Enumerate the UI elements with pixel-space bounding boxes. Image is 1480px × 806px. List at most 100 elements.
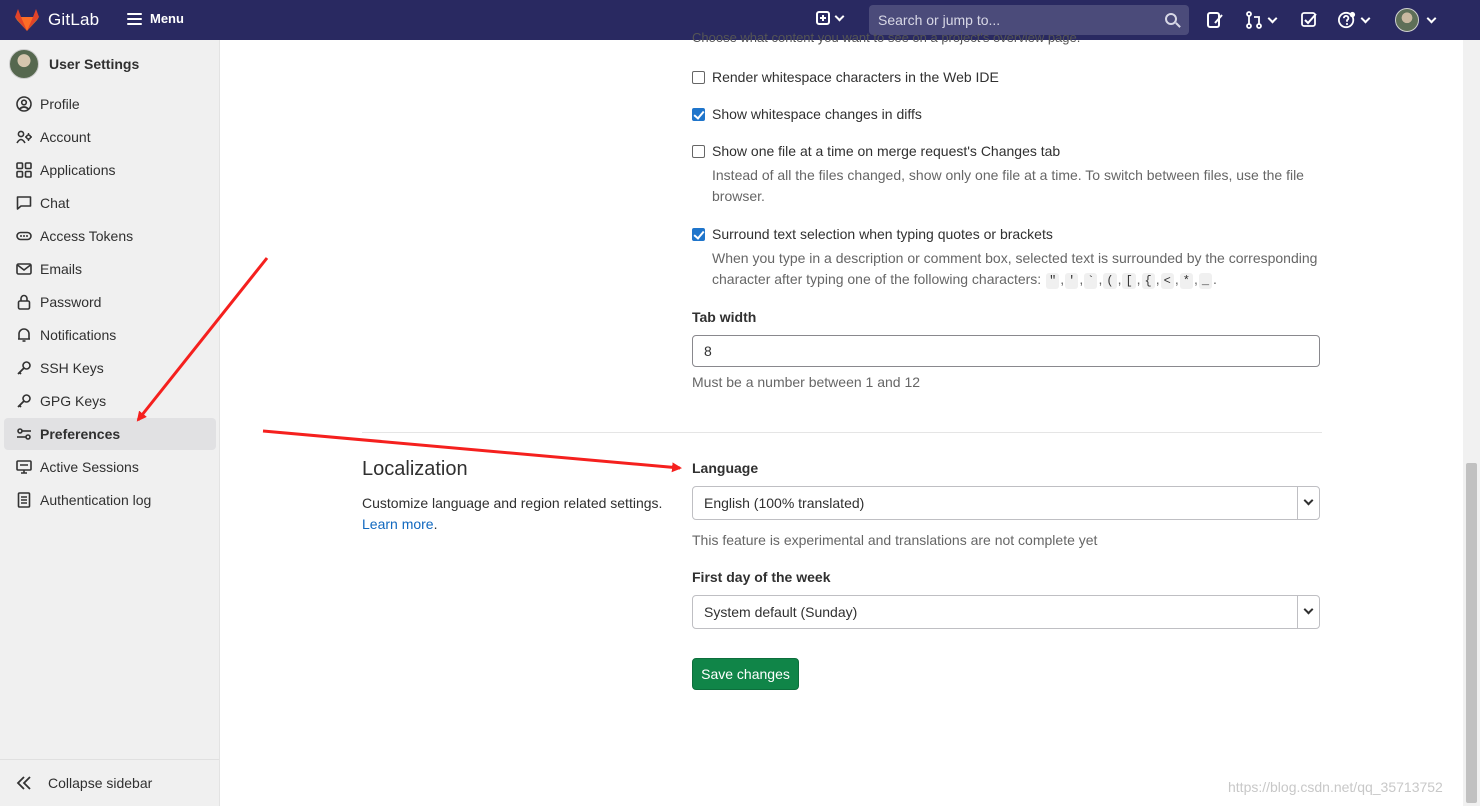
todo-button[interactable]: [1300, 10, 1318, 30]
sidebar-title: User Settings: [49, 56, 140, 72]
issues-icon: [1207, 12, 1223, 28]
applications-icon: [16, 162, 32, 178]
monitor-icon: [16, 460, 32, 474]
language-select[interactable]: English (100% translated): [692, 486, 1320, 520]
double-chevron-left-icon: [16, 776, 31, 790]
collapse-sidebar-button[interactable]: Collapse sidebar: [0, 759, 219, 806]
scrollbar-thumb[interactable]: [1466, 463, 1477, 803]
help-icon: [1338, 11, 1356, 29]
sidebar-item-emails[interactable]: Emails: [4, 253, 216, 285]
log-icon: [17, 492, 31, 508]
char-code: *: [1179, 273, 1193, 289]
one-file-checkbox-row[interactable]: Show one file at a time on merge request…: [692, 143, 1060, 159]
select-toggle[interactable]: [1297, 596, 1319, 628]
merge-requests-dropdown[interactable]: [1245, 10, 1278, 30]
merge-request-icon: [1246, 11, 1262, 29]
sidebar-item-label: Password: [40, 294, 102, 310]
new-item-dropdown[interactable]: [816, 11, 845, 25]
tab-width-input[interactable]: [692, 335, 1320, 367]
learn-more-link[interactable]: Learn more: [362, 516, 434, 532]
first-day-label: First day of the week: [692, 569, 831, 585]
localization-description-text: Customize language and region related se…: [362, 495, 663, 511]
avatar: [9, 49, 39, 79]
char-code: _: [1198, 273, 1213, 289]
sidebar-item-authentication-log[interactable]: Authentication log: [4, 484, 216, 516]
collapse-sidebar-label: Collapse sidebar: [48, 775, 153, 791]
char-code: ": [1046, 273, 1060, 289]
render-whitespace-checkbox[interactable]: [692, 71, 705, 84]
show-whitespace-checkbox[interactable]: [692, 108, 705, 121]
sidebar-item-label: Active Sessions: [40, 459, 139, 475]
chevron-down-icon: [834, 11, 845, 21]
select-toggle[interactable]: [1297, 487, 1319, 519]
surround-selection-checkbox[interactable]: [692, 228, 705, 241]
first-day-select[interactable]: System default (Sunday): [692, 595, 1320, 629]
brand-name: GitLab: [48, 10, 100, 29]
menu-button[interactable]: Menu: [127, 11, 184, 26]
sidebar-item-label: Notifications: [40, 327, 117, 343]
sidebar-item-access-tokens[interactable]: Access Tokens: [4, 220, 216, 252]
surround-selection-checkbox-row[interactable]: Surround text selection when typing quot…: [692, 226, 1053, 242]
char-code: {: [1141, 273, 1155, 289]
char-code: <: [1160, 273, 1174, 289]
watermark: https://blog.csdn.net/qq_35713752: [1228, 779, 1443, 795]
sidebar-item-label: Chat: [40, 195, 70, 211]
sidebar-item-notifications[interactable]: Notifications: [4, 319, 216, 351]
sidebar-item-active-sessions[interactable]: Active Sessions: [4, 451, 216, 483]
one-file-help: Instead of all the files changed, show o…: [712, 167, 1304, 204]
sidebar-item-label: Access Tokens: [40, 228, 134, 244]
sidebar-item-label: Authentication log: [40, 492, 152, 508]
surround-help-text: When you type in a description or commen…: [712, 250, 1318, 287]
char-code: (: [1103, 273, 1117, 289]
sidebar-item-preferences[interactable]: Preferences: [4, 418, 216, 450]
chevron-down-icon: [1426, 13, 1437, 23]
account-icon: [16, 130, 32, 144]
settings-sidebar: User Settings Profile Account Applicatio…: [0, 40, 220, 806]
sidebar-item-gpg-keys[interactable]: GPG Keys: [4, 385, 216, 417]
sidebar-item-chat[interactable]: Chat: [4, 187, 216, 219]
language-help: This feature is experimental and transla…: [692, 532, 1098, 548]
chevron-down-icon: [1360, 13, 1371, 23]
sidebar-item-label: Emails: [40, 261, 83, 277]
show-whitespace-checkbox-row[interactable]: Show whitespace changes in diffs: [692, 106, 922, 122]
checkbox-label: Surround text selection when typing quot…: [712, 226, 1053, 242]
user-menu[interactable]: [1395, 8, 1437, 32]
token-icon: [16, 231, 32, 241]
sidebar-item-applications[interactable]: Applications: [4, 154, 216, 186]
bell-icon: [18, 328, 30, 342]
save-changes-button[interactable]: Save changes: [692, 658, 799, 690]
render-whitespace-checkbox-row[interactable]: Render whitespace characters in the Web …: [692, 69, 999, 85]
help-dropdown[interactable]: [1338, 10, 1371, 30]
mail-icon: [16, 263, 32, 275]
sidebar-item-profile[interactable]: Profile: [4, 88, 216, 120]
checkbox-label: Render whitespace characters in the Web …: [712, 69, 999, 85]
search-icon: [1165, 13, 1177, 25]
sidebar-nav: Profile Account Applications Chat Access…: [4, 88, 216, 517]
chevron-down-icon: [1303, 604, 1314, 615]
sidebar-item-account[interactable]: Account: [4, 121, 216, 153]
preferences-icon: [17, 428, 31, 440]
gitlab-logo[interactable]: GitLab: [14, 8, 99, 32]
chevron-down-icon: [1303, 495, 1314, 506]
todo-icon: [1301, 12, 1317, 27]
issues-button[interactable]: [1206, 10, 1224, 30]
sidebar-item-password[interactable]: Password: [4, 286, 216, 318]
language-selected-value: English (100% translated): [704, 495, 865, 511]
sidebar-item-label: Preferences: [40, 426, 121, 442]
language-label: Language: [692, 460, 759, 476]
sidebar-item-label: Profile: [40, 96, 80, 112]
arrow-to-language: [262, 429, 682, 473]
tab-width-label: Tab width: [692, 309, 757, 325]
sidebar-header[interactable]: User Settings: [9, 49, 139, 79]
surround-selection-help: When you type in a description or commen…: [712, 250, 1318, 289]
menu-label: Menu: [150, 11, 184, 26]
char-code: ': [1065, 273, 1079, 289]
sidebar-item-label: Applications: [40, 162, 116, 178]
one-file-checkbox[interactable]: [692, 145, 705, 158]
plus-square-icon: [816, 11, 830, 25]
sidebar-item-ssh-keys[interactable]: SSH Keys: [4, 352, 216, 384]
char-code: `: [1084, 273, 1098, 289]
sidebar-item-label: Account: [40, 129, 91, 145]
profile-icon: [16, 96, 32, 112]
sidebar-item-label: GPG Keys: [40, 393, 107, 409]
